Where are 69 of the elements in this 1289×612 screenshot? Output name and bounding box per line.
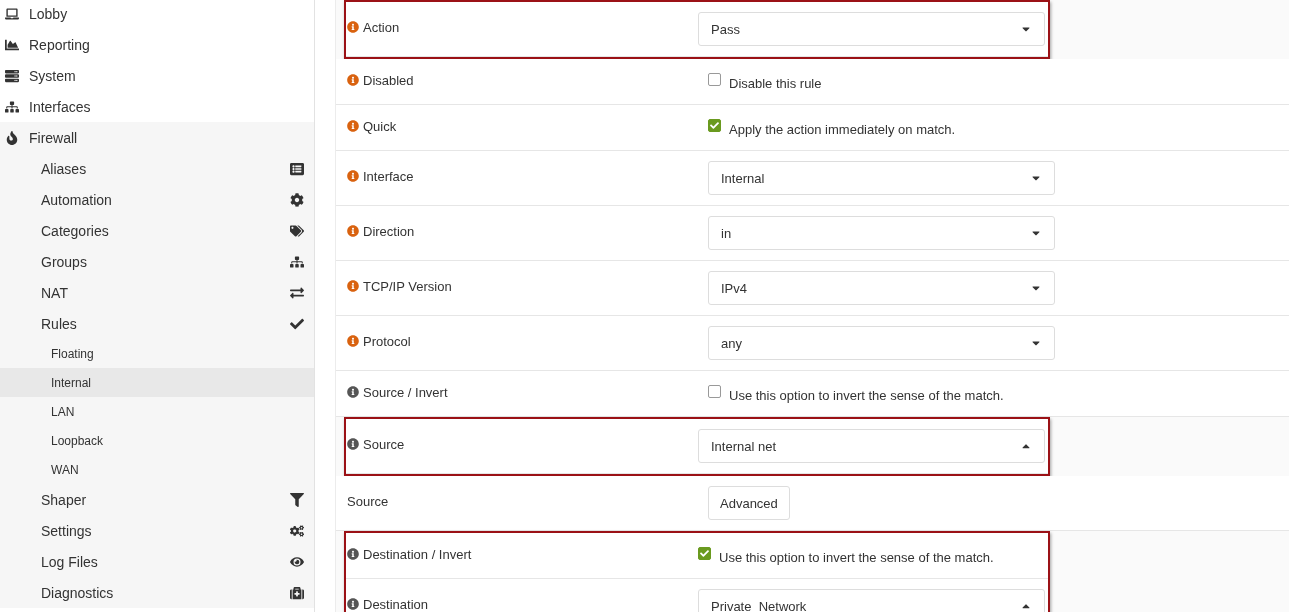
eye-icon	[290, 554, 304, 569]
select-field[interactable]: any	[708, 326, 1055, 360]
sidebar-item[interactable]: Loopback	[0, 426, 314, 455]
checkbox[interactable]	[708, 385, 721, 398]
field-label: Destination	[363, 597, 429, 612]
info-icon[interactable]	[347, 598, 359, 610]
list-icon	[290, 161, 304, 176]
info-icon[interactable]	[347, 386, 359, 398]
field-label: Disabled	[363, 73, 414, 88]
sidebar-item[interactable]: Firewall	[0, 122, 314, 153]
sidebar-item[interactable]: Floating	[0, 339, 314, 368]
info-icon[interactable]	[347, 120, 359, 132]
checkbox-label: Use this option to invert the sense of the match.	[729, 387, 1004, 403]
sidebar-item[interactable]: Log Files	[0, 546, 314, 577]
gear-icon	[290, 192, 304, 207]
info-icon[interactable]	[347, 280, 359, 292]
field-label: Source	[363, 437, 405, 452]
filter-icon	[290, 492, 304, 507]
select-field[interactable]: Pass	[698, 12, 1045, 46]
sidebar-item[interactable]: Aliases	[0, 153, 314, 184]
medkit-icon	[290, 585, 304, 600]
check-icon	[290, 316, 304, 331]
sidebar-item[interactable]: Categories	[0, 215, 314, 246]
info-icon[interactable]	[347, 335, 359, 347]
select-field[interactable]: IPv4	[708, 271, 1055, 305]
advanced-button[interactable]: Advanced	[708, 486, 790, 520]
info-icon[interactable]	[347, 548, 359, 560]
gears-icon	[290, 523, 304, 538]
checkbox[interactable]	[698, 547, 711, 560]
field-label: Direction	[363, 224, 415, 239]
tags-icon	[290, 223, 304, 238]
sidebar-item[interactable]: Settings	[0, 515, 314, 546]
field-label: TCP/IP Version	[363, 279, 452, 294]
select-field[interactable]: Internal	[708, 161, 1055, 195]
checkbox-label: Use this option to invert the sense of the match.	[719, 549, 994, 565]
sidebar-item[interactable]: Automation	[0, 184, 314, 215]
sidebar-item[interactable]: Rules	[0, 308, 314, 339]
sidebar-item[interactable]: Internal	[0, 368, 314, 397]
sidebar-item[interactable]: NAT	[0, 277, 314, 308]
info-icon[interactable]	[347, 225, 359, 237]
arrows-icon	[290, 285, 304, 300]
sidebar-item[interactable]: Shaper	[0, 484, 314, 515]
checkbox[interactable]	[708, 119, 721, 132]
info-icon[interactable]	[347, 170, 359, 182]
server-icon	[5, 68, 19, 83]
fire-icon	[5, 130, 19, 145]
field-label: Interface	[363, 169, 414, 184]
info-icon[interactable]	[347, 74, 359, 86]
sidebar-item[interactable]: Groups	[0, 246, 314, 277]
field-label: Source	[347, 494, 389, 509]
field-label: Destination / Invert	[363, 547, 472, 562]
checkbox-label: Disable this rule	[729, 75, 822, 91]
info-icon[interactable]	[347, 21, 359, 33]
info-icon[interactable]	[347, 438, 359, 450]
sitemap-icon	[290, 254, 304, 269]
checkbox[interactable]	[708, 73, 721, 86]
sidebar-item[interactable]: Diagnostics	[0, 577, 314, 608]
sidebar-item[interactable]: LAN	[0, 397, 314, 426]
field-label: Action	[363, 20, 400, 35]
chart-icon	[5, 37, 19, 52]
sitemap-icon	[5, 99, 19, 114]
field-label: Protocol	[363, 334, 411, 349]
select-field[interactable]: Internal net	[698, 429, 1045, 463]
field-label: Quick	[363, 119, 397, 134]
sidebar-item[interactable]: WAN	[0, 455, 314, 484]
checkbox-label: Apply the action immediately on match.	[729, 121, 956, 137]
select-field[interactable]: in	[708, 216, 1055, 250]
field-label: Source / Invert	[363, 385, 448, 400]
laptop-icon	[5, 6, 19, 21]
